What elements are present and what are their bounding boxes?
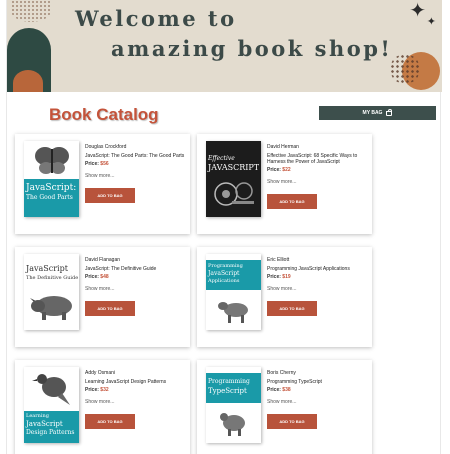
book-author: Boris Cherny	[267, 370, 296, 376]
book-author: Douglas Crockford	[85, 144, 127, 150]
welcome-banner: Welcome to amazing book shop! ✦ ✦	[7, 0, 442, 92]
book-title: Programming JavaScript Applications	[267, 266, 350, 272]
book-cover: JavaScript The Definitive Guide	[24, 254, 79, 330]
blob-decoration	[13, 70, 43, 92]
add-to-bag-button[interactable]: ADD TO BAG	[85, 414, 135, 429]
animal-illustration	[220, 413, 245, 436]
add-to-bag-button[interactable]: ADD TO BAG	[267, 301, 317, 316]
book-author: David Flanagan	[85, 257, 121, 263]
book-price: Price: $32	[85, 387, 109, 393]
add-to-bag-button[interactable]: ADD TO BAG	[267, 414, 317, 429]
cover-subtitle: JAVASCRIPT	[208, 163, 260, 172]
book-cover: Effective JAVASCRIPT	[206, 141, 261, 217]
show-more-link[interactable]: Show more...	[85, 399, 185, 405]
sparkle-icon: ✦	[426, 15, 436, 28]
book-title: Learning JavaScript Design Patterns	[85, 379, 167, 385]
book-info: Douglas Crockford JavaScript: The Good P…	[85, 144, 185, 203]
rhinoceros-illustration	[30, 296, 72, 320]
book-card: JavaScript: The Good Parts Douglas Crock…	[15, 134, 190, 234]
machinery-illustration	[214, 182, 254, 206]
book-card: Effective JAVASCRIPT David Herman Effect…	[197, 134, 372, 234]
show-more-link[interactable]: Show more...	[267, 399, 367, 405]
book-cover: Programming TypeScript	[206, 367, 261, 443]
book-price: Price: $48	[85, 274, 109, 280]
cover-title: Programming	[208, 263, 243, 269]
book-price: Price: $38	[267, 387, 291, 393]
book-info: Eric Elliott Programming JavaScript Appl…	[267, 257, 367, 316]
book-info: David Flanagan JavaScript: The Definitiv…	[85, 257, 185, 316]
shopping-bag-icon	[386, 108, 393, 116]
dots-decoration	[11, 0, 51, 22]
book-price: Price: $22	[267, 167, 291, 173]
cover-subtitle: The Good Parts	[26, 194, 73, 201]
book-info: David Herman Effective JavaScript: 68 Sp…	[267, 144, 367, 209]
cover-subtitle: Design Patterns	[26, 429, 75, 436]
animal-illustration	[218, 302, 248, 323]
cover-title: Learning	[26, 413, 49, 419]
cover-title: JavaScript	[26, 264, 68, 273]
add-to-bag-button[interactable]: ADD TO BAG	[85, 188, 135, 203]
cover-subtitle: TypeScript	[208, 387, 247, 395]
my-bag-label: MY BAG	[362, 110, 383, 116]
book-price: Price: $56	[85, 161, 109, 167]
dots-decoration	[390, 54, 420, 84]
cover-subtitle: JavaScript	[208, 270, 240, 277]
cover-subtitle: The Definitive Guide	[26, 275, 79, 281]
book-info: Addy Osmani Learning JavaScript Design P…	[85, 370, 185, 429]
sparkle-icon: ✦	[409, 0, 426, 22]
cover-subtitle: Applications	[208, 278, 240, 284]
show-more-link[interactable]: Show more...	[267, 286, 367, 292]
banner-heading-line2: amazing book shop!	[111, 36, 393, 61]
banner-heading-line1: Welcome to	[75, 6, 237, 31]
book-cover: JavaScript: The Good Parts	[24, 141, 79, 217]
book-title: Effective JavaScript: 68 Specific Ways t…	[267, 153, 358, 165]
add-to-bag-button[interactable]: ADD TO BAG	[85, 301, 135, 316]
book-price: Price: $19	[267, 274, 291, 280]
book-author: Addy Osmani	[85, 370, 116, 376]
book-title: JavaScript: The Good Parts: The Good Par…	[85, 153, 185, 159]
book-info: Boris Cherny Programming TypeScript Pric…	[267, 370, 367, 429]
my-bag-button[interactable]: MY BAG	[319, 106, 436, 120]
book-author: David Herman	[267, 144, 299, 150]
book-cover: Learning JavaScript Design Patterns	[24, 367, 79, 443]
book-title: JavaScript: The Definitive Guide	[85, 266, 157, 272]
show-more-link[interactable]: Show more...	[267, 179, 367, 185]
cover-title: Effective	[208, 155, 235, 162]
cover-subtitle: JavaScript	[26, 420, 63, 428]
butterfly-illustration	[35, 147, 69, 174]
catalog-title: Book Catalog	[49, 105, 159, 124]
add-to-bag-button[interactable]: ADD TO BAG	[267, 194, 317, 209]
book-card: Programming TypeScript Boris Cherny Prog…	[197, 360, 372, 454]
book-author: Eric Elliott	[267, 257, 290, 263]
page: Welcome to amazing book shop! ✦ ✦ Book C…	[6, 0, 442, 454]
book-card: JavaScript The Definitive Guide David Fl…	[15, 247, 190, 347]
book-card: Programming JavaScript Applications Eric…	[197, 247, 372, 347]
book-card: Learning JavaScript Design Patterns Addy…	[15, 360, 190, 454]
show-more-link[interactable]: Show more...	[85, 286, 185, 292]
book-cover: Programming JavaScript Applications	[206, 254, 261, 330]
cover-title: Programming	[208, 378, 250, 385]
book-title: Programming TypeScript	[267, 379, 322, 385]
bird-illustration	[32, 374, 70, 405]
show-more-link[interactable]: Show more...	[85, 173, 185, 179]
cover-title: JavaScript:	[26, 183, 77, 193]
